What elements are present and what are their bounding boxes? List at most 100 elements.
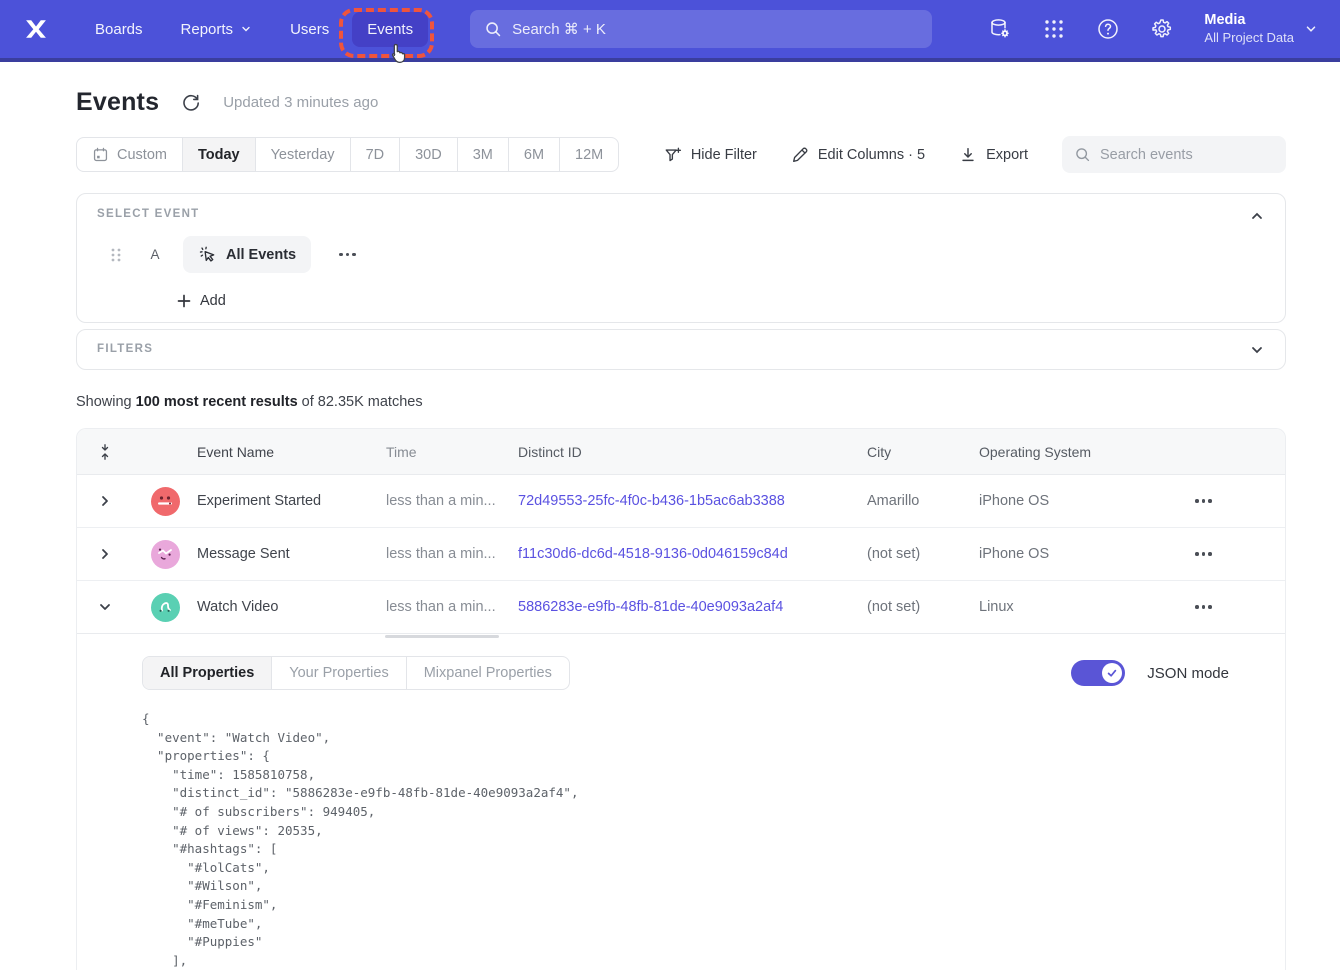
filter-funnel-icon bbox=[664, 146, 682, 164]
date-range-3m[interactable]: 3M bbox=[457, 138, 508, 171]
help-icon[interactable] bbox=[1096, 17, 1120, 41]
apps-grid-icon[interactable] bbox=[1042, 17, 1066, 41]
time-cell: less than a min... bbox=[386, 599, 518, 615]
search-events-field[interactable] bbox=[1062, 136, 1286, 173]
nav-item-boards[interactable]: Boards bbox=[80, 12, 158, 47]
chevron-down-icon bbox=[1304, 22, 1318, 36]
tab-mixpanel-properties[interactable]: Mixpanel Properties bbox=[406, 657, 569, 689]
select-event-panel: SELECT EVENT A All Events Add bbox=[76, 193, 1286, 323]
add-event-button[interactable]: Add bbox=[177, 293, 226, 309]
filters-panel[interactable]: FILTERS bbox=[76, 329, 1286, 370]
date-range-custom[interactable]: Custom bbox=[77, 138, 182, 171]
date-range-6m[interactable]: 6M bbox=[508, 138, 559, 171]
event-name-cell: Experiment Started bbox=[197, 493, 386, 509]
hide-filter-button[interactable]: Hide Filter bbox=[664, 146, 757, 164]
city-cell: (not set) bbox=[867, 546, 979, 562]
properties-tabs: All Properties Your Properties Mixpanel … bbox=[142, 656, 570, 690]
hide-filter-label: Hide Filter bbox=[691, 147, 757, 163]
column-header-os[interactable]: Operating System bbox=[979, 444, 1175, 460]
distinct-id-link[interactable]: 5886283e-e9fb-48fb-81de-40e9093a2af4 bbox=[518, 599, 867, 615]
chevron-right-icon[interactable] bbox=[97, 546, 113, 562]
column-header-city[interactable]: City bbox=[867, 444, 979, 460]
data-management-icon[interactable] bbox=[988, 17, 1012, 41]
export-label: Export bbox=[986, 147, 1028, 163]
nav-item-users[interactable]: Users bbox=[275, 12, 344, 47]
event-avatar bbox=[151, 593, 180, 622]
refresh-icon[interactable] bbox=[181, 93, 201, 113]
all-events-chip[interactable]: All Events bbox=[183, 236, 311, 273]
project-subtitle: All Project Data bbox=[1204, 30, 1294, 47]
edit-columns-label: Edit Columns · 5 bbox=[818, 147, 925, 163]
distinct-id-link[interactable]: 72d49553-25fc-4f0c-b436-1b5ac6ab3388 bbox=[518, 493, 867, 509]
search-icon bbox=[484, 20, 502, 38]
collapse-all-icon[interactable] bbox=[97, 443, 113, 461]
os-cell: Linux bbox=[979, 599, 1175, 615]
global-search-placeholder: Search ⌘ + K bbox=[512, 20, 606, 38]
avatar-face bbox=[155, 597, 175, 617]
collapse-chevron-up-icon[interactable] bbox=[1249, 208, 1265, 224]
select-event-label: SELECT EVENT bbox=[97, 208, 1265, 220]
column-header-time[interactable]: Time bbox=[386, 444, 518, 460]
nav-item-events[interactable]: Events bbox=[352, 12, 428, 47]
tab-all-properties[interactable]: All Properties bbox=[143, 657, 271, 689]
event-details-panel: All Properties Your Properties Mixpanel … bbox=[77, 639, 1285, 970]
date-range-7d[interactable]: 7D bbox=[350, 138, 400, 171]
edit-columns-button[interactable]: Edit Columns · 5 bbox=[791, 146, 925, 164]
results-summary: Showing 100 most recent results of 82.35… bbox=[76, 394, 1286, 410]
date-range-label: Custom bbox=[117, 147, 167, 163]
search-events-input[interactable] bbox=[1100, 147, 1270, 163]
tab-your-properties[interactable]: Your Properties bbox=[271, 657, 405, 689]
toggle-knob bbox=[1102, 663, 1122, 683]
top-navbar: Boards Reports Users Events Search ⌘ + K bbox=[0, 0, 1340, 62]
date-range-30d[interactable]: 30D bbox=[399, 138, 457, 171]
avatar-face bbox=[155, 544, 175, 564]
nav-item-label: Boards bbox=[95, 21, 143, 38]
event-cursor-spark-icon bbox=[198, 245, 217, 264]
global-search[interactable]: Search ⌘ + K bbox=[470, 10, 932, 48]
json-mode-label: JSON mode bbox=[1147, 665, 1229, 682]
event-avatar bbox=[151, 487, 180, 516]
expand-chevron-down-icon[interactable] bbox=[1249, 342, 1265, 358]
table-row[interactable]: Experiment Started less than a min... 72… bbox=[77, 475, 1285, 528]
add-event-label: Add bbox=[200, 293, 226, 309]
filters-label: FILTERS bbox=[97, 343, 1265, 355]
primary-nav: Boards Reports Users Events bbox=[80, 12, 428, 47]
column-header-event-name[interactable]: Event Name bbox=[197, 444, 386, 460]
date-range-today[interactable]: Today bbox=[182, 138, 255, 171]
updated-timestamp: Updated 3 minutes ago bbox=[223, 94, 378, 111]
event-name-cell: Watch Video bbox=[197, 599, 386, 615]
event-json-view: { "event": "Watch Video", "properties": … bbox=[142, 710, 1265, 970]
city-cell: (not set) bbox=[867, 599, 979, 615]
settings-gear-icon[interactable] bbox=[1150, 17, 1174, 41]
event-avatar bbox=[151, 540, 180, 569]
time-cell: less than a min... bbox=[386, 493, 518, 509]
distinct-id-link[interactable]: f11c30d6-dc6d-4518-9136-0d046159c84d bbox=[518, 546, 867, 562]
date-range-selector: Custom Today Yesterday 7D 30D 3M 6M 12M bbox=[76, 137, 619, 172]
nav-item-label: Events bbox=[367, 21, 413, 38]
horizontal-scrollbar-thumb[interactable] bbox=[385, 635, 499, 638]
date-range-label: Yesterday bbox=[271, 147, 335, 163]
table-row[interactable]: Message Sent less than a min... f11c30d6… bbox=[77, 528, 1285, 581]
chevron-right-icon[interactable] bbox=[97, 493, 113, 509]
date-range-yesterday[interactable]: Yesterday bbox=[255, 138, 350, 171]
drag-handle-icon[interactable] bbox=[109, 247, 123, 263]
chevron-down-icon[interactable] bbox=[97, 599, 113, 615]
date-range-label: 3M bbox=[473, 147, 493, 163]
project-switcher[interactable]: Media All Project Data bbox=[1204, 11, 1318, 47]
date-range-label: 12M bbox=[575, 147, 603, 163]
date-range-label: 30D bbox=[415, 147, 442, 163]
event-row-menu-button[interactable] bbox=[333, 247, 362, 263]
export-button[interactable]: Export bbox=[959, 146, 1028, 164]
nav-item-reports[interactable]: Reports bbox=[166, 12, 268, 47]
row-menu-button[interactable] bbox=[1189, 493, 1218, 509]
row-menu-button[interactable] bbox=[1189, 599, 1218, 615]
column-header-distinct-id[interactable]: Distinct ID bbox=[518, 444, 867, 460]
json-mode-toggle[interactable] bbox=[1071, 660, 1125, 686]
mixpanel-logo[interactable] bbox=[22, 14, 52, 44]
row-menu-button[interactable] bbox=[1189, 546, 1218, 562]
date-range-12m[interactable]: 12M bbox=[559, 138, 618, 171]
table-row-expanded[interactable]: Watch Video less than a min... 5886283e-… bbox=[77, 581, 1285, 634]
nav-item-label: Users bbox=[290, 21, 329, 38]
date-range-label: 6M bbox=[524, 147, 544, 163]
pencil-icon bbox=[791, 146, 809, 164]
